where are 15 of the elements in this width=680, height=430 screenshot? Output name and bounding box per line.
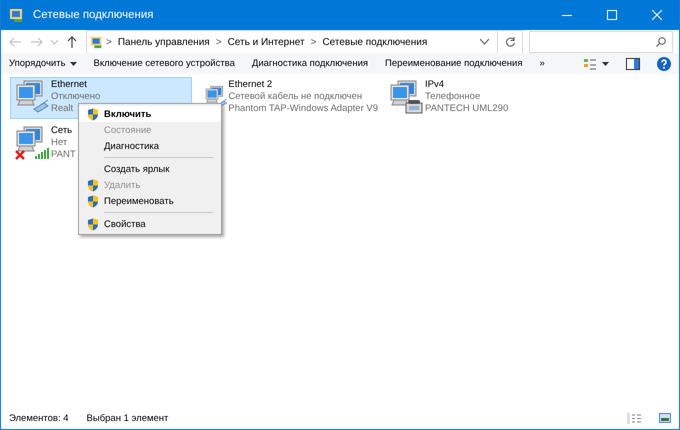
adapter-name: PANTECH UML290 xyxy=(425,103,508,115)
selection-count: Выбран 1 элемент xyxy=(86,412,168,424)
adapter-name: PANT xyxy=(51,149,76,161)
item-count: Элементов: 4 xyxy=(9,412,69,424)
connection-name: Ethernet 2 xyxy=(228,79,272,91)
connection-name: IPv4 xyxy=(425,79,444,91)
window-title: Сетевые подключения xyxy=(33,9,155,21)
connection-status: Сетевой кабель не подключен xyxy=(228,91,362,103)
connection-status: Нет xyxy=(51,137,68,149)
connection-status: Отключено xyxy=(51,91,100,103)
adapter-name: Phantom TAP-Windows Adapter V9 xyxy=(228,103,378,115)
connection-name: Ethernet xyxy=(51,79,87,91)
adapter-name: Realt xyxy=(51,103,74,115)
connection-status: Телефонное xyxy=(425,91,480,103)
connection-name: Сеть xyxy=(51,125,72,137)
